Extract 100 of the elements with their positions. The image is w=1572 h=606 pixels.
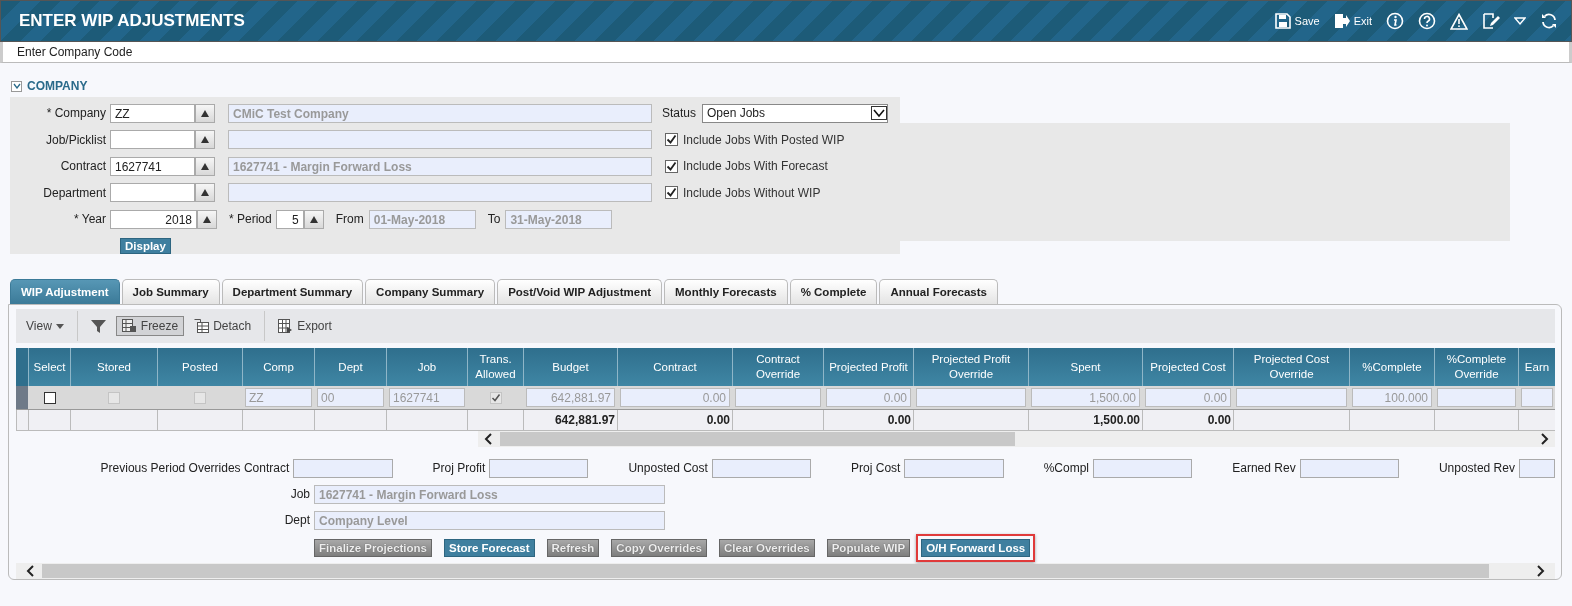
save-icon (1274, 13, 1291, 29)
checkbox[interactable] (665, 186, 678, 200)
checkbox[interactable] (665, 159, 678, 173)
input-field[interactable]: 1627741 (110, 156, 195, 176)
total-value: 1,500.00 (1093, 413, 1140, 427)
scrollbar[interactable] (16, 563, 1555, 579)
field-label: Unposted Cost (628, 461, 708, 475)
scroll-left-icon[interactable] (26, 565, 36, 577)
checkbox-label: Include Jobs With Posted WIP (683, 132, 845, 147)
lock-table-icon (121, 319, 137, 333)
lookup-button[interactable] (195, 103, 215, 123)
toolbar-button[interactable]: Freeze (115, 316, 185, 336)
cell-field[interactable]: 1627741 (389, 388, 465, 407)
description-field: 1627741 - Margin Forward Loss (228, 156, 652, 176)
view-menu[interactable]: View (20, 316, 70, 336)
cell-field[interactable] (916, 388, 1026, 407)
input-field[interactable] (293, 458, 393, 478)
checkbox[interactable] (665, 133, 678, 147)
input-field[interactable] (1518, 458, 1555, 478)
cell-field[interactable]: 0.00 (1145, 388, 1231, 407)
action-button[interactable]: O/H Forward Loss (921, 539, 1031, 557)
tab[interactable]: Job Summary (121, 279, 220, 304)
input-field[interactable] (1093, 458, 1193, 478)
cell-field[interactable] (1236, 388, 1347, 407)
tab[interactable]: Monthly Forecasts (664, 279, 788, 304)
dept-field: Company Level (314, 510, 665, 530)
scroll-right-icon[interactable] (1539, 433, 1549, 445)
lookup-button[interactable] (195, 130, 215, 150)
triangle-icon (201, 109, 209, 117)
caret-icon (55, 323, 64, 329)
field-label: Proj Cost (851, 461, 901, 475)
toolbar-button[interactable]: Exit (1328, 13, 1377, 29)
toolbar-button[interactable]: Detach (188, 316, 258, 336)
collapse-icon[interactable] (11, 80, 22, 92)
lookup-button[interactable] (195, 156, 215, 176)
cell-field[interactable]: 00 (317, 388, 384, 407)
tab[interactable]: WIP Adjustment (10, 279, 120, 304)
action-button[interactable]: Store Forecast (444, 539, 535, 557)
lookup-button[interactable] (195, 183, 215, 203)
field-label: Proj Profit (432, 461, 486, 475)
input-field[interactable] (1299, 458, 1399, 478)
cell-field[interactable]: 100.000 (1352, 388, 1432, 407)
tab[interactable]: Annual Forecasts (879, 279, 998, 304)
spin-button[interactable] (197, 209, 217, 229)
display-button[interactable]: Display (120, 237, 171, 254)
cell-field[interactable] (1521, 388, 1553, 407)
field-label: Status (662, 106, 698, 121)
checkbox-label: Include Jobs Without WIP (683, 185, 821, 200)
toolbar-button[interactable]: Save (1269, 13, 1325, 29)
cell-field[interactable] (735, 388, 821, 407)
scroll-left-icon[interactable] (484, 433, 494, 445)
to-date-field: 31-May-2018 (505, 209, 613, 229)
export-icon (278, 319, 294, 333)
total-value: 642,881.97 (554, 413, 615, 427)
from-date-field: 01-May-2018 (368, 209, 476, 229)
period-field[interactable]: 5 (275, 209, 304, 229)
field-label: Job (289, 487, 310, 501)
page-title: ENTER WIP ADJUSTMENTS (19, 11, 245, 31)
field-label: %Compl (1043, 461, 1090, 475)
triangle-icon (201, 162, 209, 170)
triangle-icon (201, 189, 209, 197)
input-field[interactable] (110, 183, 195, 203)
total-value: 0.00 (706, 413, 730, 427)
toolbar-button[interactable]: Export (272, 316, 338, 336)
section-title: COMPANY (27, 79, 88, 93)
triangle-icon (201, 136, 209, 144)
status-message: Enter Company Code (0, 42, 1572, 63)
scrollbar[interactable] (478, 431, 1555, 447)
tab[interactable]: Company Summary (365, 279, 496, 304)
input-field[interactable]: ZZ (110, 103, 195, 123)
total-value: 0.00 (1207, 413, 1231, 427)
cell-field[interactable]: 642,881.97 (526, 388, 615, 407)
year-field[interactable]: 2018 (110, 209, 197, 229)
spin-button[interactable] (303, 209, 324, 229)
field-label: Department (42, 185, 107, 200)
status-dropdown[interactable]: Open Jobs (702, 103, 888, 123)
job-field: 1627741 - Margin Forward Loss (314, 484, 665, 504)
cell-field[interactable]: 0.00 (620, 388, 730, 407)
field-label: Unposted Rev (1438, 461, 1515, 475)
tab[interactable]: % Complete (789, 279, 878, 304)
input-field[interactable] (489, 458, 589, 478)
cell-field[interactable]: 0.00 (826, 388, 911, 407)
tab[interactable]: Post/Void WIP Adjustment (497, 279, 663, 304)
dropdown-icon[interactable] (871, 106, 887, 121)
description-field: CMiC Test Company (228, 103, 652, 123)
input-field[interactable] (110, 130, 195, 150)
cell-field[interactable]: ZZ (245, 388, 312, 407)
field-label: Dept (283, 513, 310, 527)
cell-field[interactable] (1437, 388, 1516, 407)
field-label: Earned Rev (1232, 461, 1296, 475)
input-field[interactable] (904, 458, 1004, 478)
triangle-icon (203, 215, 211, 223)
cell-field[interactable]: 1,500.00 (1031, 388, 1140, 407)
tab[interactable]: Department Summary (221, 279, 364, 304)
input-field[interactable] (711, 458, 812, 478)
field-label: From (335, 212, 364, 227)
total-value: 0.00 (887, 413, 911, 427)
triangle-icon (309, 215, 318, 223)
checkbox[interactable] (43, 391, 56, 404)
scroll-right-icon[interactable] (1535, 565, 1545, 577)
